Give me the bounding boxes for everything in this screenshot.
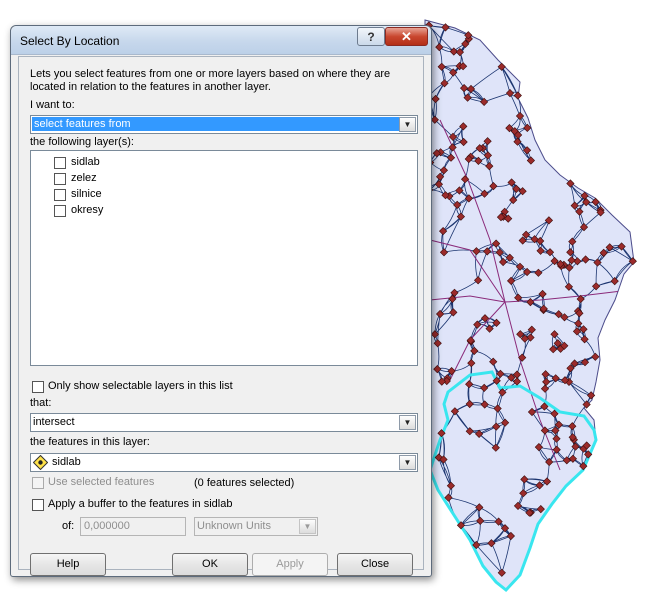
only-selectable-label: Only show selectable layers in this list [48, 380, 233, 392]
layer-checkbox-okresy[interactable] [54, 205, 66, 217]
apply-buffer-checkbox[interactable] [32, 499, 44, 511]
ok-button[interactable]: OK [172, 553, 248, 576]
layer-label-sidlab: sidlab [71, 156, 100, 168]
buffer-units-dropdown[interactable]: Unknown Units ▼ [194, 517, 318, 536]
spatial-relation-dropdown[interactable]: intersect ▼ [30, 413, 418, 432]
point-layer-icon [33, 455, 48, 470]
features-selected-count: (0 features selected) [194, 477, 295, 489]
layers-listbox[interactable]: sidlab zelez silnice okresy [30, 150, 418, 366]
that-label: that: [30, 397, 52, 409]
only-selectable-checkbox[interactable] [32, 381, 44, 393]
chevron-down-icon[interactable]: ▼ [399, 455, 416, 470]
use-selected-label: Use selected features [48, 476, 155, 488]
layer-checkbox-zelez[interactable] [54, 173, 66, 185]
features-layer-label: the features in this layer: [30, 436, 150, 448]
layer-label-zelez: zelez [71, 172, 97, 184]
apply-button[interactable]: Apply [252, 553, 328, 576]
apply-buffer-label: Apply a buffer to the features in sidlab [48, 498, 233, 510]
of-label: of: [62, 520, 75, 532]
chevron-down-icon[interactable]: ▼ [399, 415, 416, 430]
chevron-down-icon[interactable]: ▼ [399, 117, 416, 132]
spatial-relation-value: intersect [33, 416, 75, 428]
selection-method-value: select features from [32, 117, 399, 131]
buffer-distance-value: 0,000000 [84, 520, 130, 532]
layer-label-silnice: silnice [71, 188, 102, 200]
layer-checkbox-sidlab[interactable] [54, 157, 66, 169]
description-text: Lets you select features from one or mor… [30, 68, 391, 93]
layers-label: the following layer(s): [30, 136, 134, 148]
buffer-distance-input[interactable]: 0,000000 [80, 517, 186, 536]
source-layer-value: sidlab [52, 456, 81, 468]
source-layer-dropdown[interactable]: sidlab ▼ [30, 453, 418, 472]
help-button[interactable]: Help [30, 553, 106, 576]
i-want-to-label: I want to: [30, 99, 75, 111]
layer-checkbox-silnice[interactable] [54, 189, 66, 201]
select-by-location-dialog: Select By Location ? ✕ Lets you select f… [10, 25, 432, 577]
help-icon[interactable]: ? [357, 27, 385, 46]
layer-label-okresy: okresy [71, 204, 104, 216]
selection-method-dropdown[interactable]: select features from ▼ [30, 115, 418, 134]
title-bar[interactable]: Select By Location ? ✕ [11, 26, 431, 55]
close-icon[interactable]: ✕ [385, 27, 428, 46]
use-selected-checkbox[interactable] [32, 477, 44, 489]
chevron-down-icon[interactable]: ▼ [299, 519, 316, 534]
buffer-units-value: Unknown Units [197, 520, 271, 532]
dialog-title: Select By Location [20, 34, 120, 48]
dialog-body: Lets you select features from one or mor… [18, 56, 424, 576]
close-button[interactable]: Close [337, 553, 413, 576]
